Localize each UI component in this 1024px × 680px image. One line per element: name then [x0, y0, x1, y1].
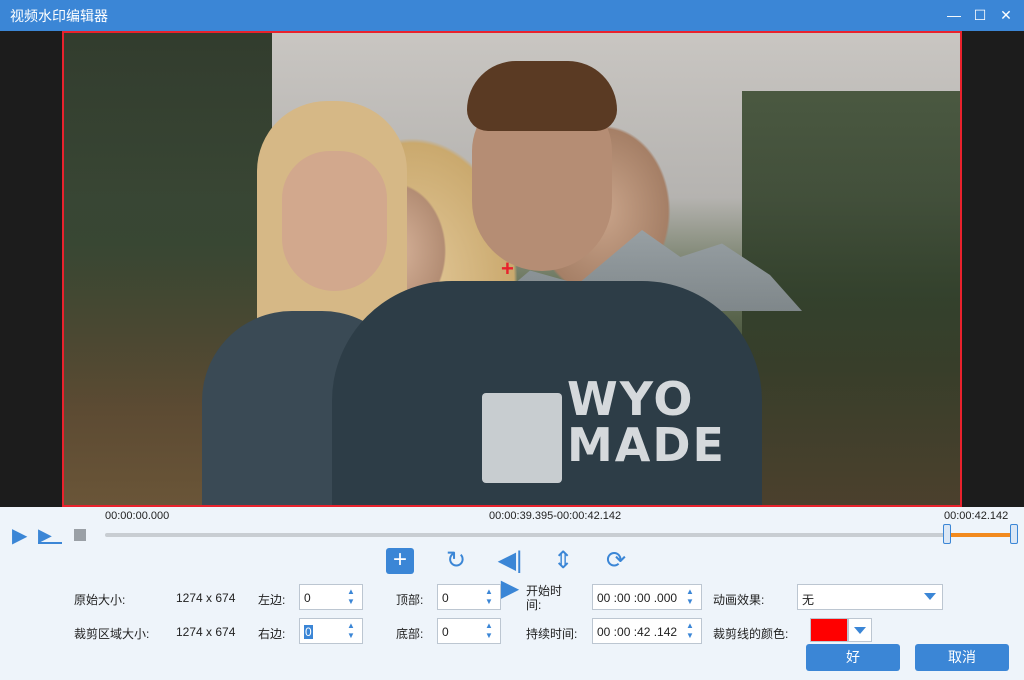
original-size-value: 1274 x 674 [176, 591, 236, 605]
animation-select[interactable]: 无 [797, 584, 943, 610]
top-label: 顶部: [396, 593, 424, 607]
timeline-start-handle[interactable] [943, 524, 951, 544]
chevron-down-icon[interactable] [854, 627, 866, 634]
right-label: 右边: [258, 627, 286, 641]
maximize-icon[interactable]: ☐ [968, 4, 992, 26]
timeline-selection-range: 00:00:39.395-00:00:42.142 [489, 510, 622, 522]
bottom-label: 底部: [396, 627, 424, 641]
top-value[interactable]: 0 [442, 591, 449, 605]
crop-color-dropdown[interactable] [848, 618, 872, 642]
rotate-icon[interactable]: ↻ [441, 547, 471, 575]
close-icon[interactable]: ✕ [994, 4, 1018, 26]
window-title: 视频水印编辑器 [10, 8, 108, 24]
spin-arrows-icon[interactable]: ▲ ▼ [346, 621, 356, 641]
timeline-end-time: 00:00:42.142 [944, 510, 1009, 522]
timeline-start-time: 00:00:00.000 [105, 510, 170, 522]
start-time-value[interactable]: 00 :00 :00 .000 [597, 591, 677, 605]
minimize-icon[interactable]: — [942, 4, 966, 26]
animation-value: 无 [802, 593, 815, 607]
video-preview-area: WYO MADE + [0, 31, 1024, 507]
right-spinbox[interactable]: 0 ▲ ▼ [299, 618, 363, 644]
stop-icon[interactable] [74, 529, 86, 541]
flip-vertical-icon[interactable]: ⇕ [548, 547, 578, 575]
original-size-label: 原始大小: [74, 593, 126, 607]
ok-button[interactable]: 好 [806, 644, 900, 671]
timeline-track[interactable] [105, 533, 947, 537]
play-preview-icon[interactable]: ▶ [38, 526, 64, 548]
animation-label: 动画效果: [713, 593, 765, 607]
top-spinbox[interactable]: 0 ▲ ▼ [437, 584, 501, 610]
start-time-label: 开始时 间: [526, 584, 562, 612]
crop-color-label: 裁剪线的颜色: [713, 627, 789, 641]
bottom-spinbox[interactable]: 0 ▲ ▼ [437, 618, 501, 644]
bottom-value[interactable]: 0 [442, 625, 449, 639]
start-time-spinbox[interactable]: 00 :00 :00 .000 ▲ ▼ [592, 584, 702, 610]
chevron-down-icon[interactable] [924, 593, 936, 600]
flip-horizontal-icon[interactable]: ◀|▶ [495, 547, 525, 602]
start-time-label-line1: 开始时 [526, 584, 563, 598]
duration-spinbox[interactable]: 00 :00 :42 .142 ▲ ▼ [592, 618, 702, 644]
reset-icon[interactable]: ⟳ [601, 547, 631, 575]
spin-arrows-icon[interactable]: ▲ ▼ [685, 621, 695, 641]
left-spinbox[interactable]: 0 ▲ ▼ [299, 584, 363, 610]
crop-color-swatch[interactable] [810, 618, 848, 642]
spin-arrows-icon[interactable]: ▲ ▼ [685, 587, 695, 607]
duration-value[interactable]: 00 :00 :42 .142 [597, 625, 677, 639]
control-panel: 00:00:00.000 00:00:39.395-00:00:42.142 0… [0, 507, 1024, 680]
timeline-selection [947, 533, 1015, 537]
play-icon[interactable]: ▶ [12, 526, 32, 546]
crop-size-label: 裁剪区域大小: [74, 627, 150, 641]
duration-label: 持续时间: [526, 627, 578, 641]
title-bar: 视频水印编辑器 — ☐ ✕ [0, 0, 1024, 31]
spin-arrows-icon[interactable]: ▲ ▼ [346, 587, 356, 607]
start-time-label-line2: 间: [526, 598, 542, 612]
right-value[interactable]: 0 [304, 625, 313, 639]
crop-center-crosshair-icon[interactable]: + [501, 258, 514, 280]
left-label: 左边: [258, 593, 286, 607]
left-value[interactable]: 0 [304, 591, 311, 605]
spin-arrows-icon[interactable]: ▲ ▼ [484, 587, 494, 607]
crop-size-value: 1274 x 674 [176, 625, 236, 639]
cancel-button[interactable]: 取消 [915, 644, 1009, 671]
timeline-end-handle[interactable] [1010, 524, 1018, 544]
add-icon[interactable]: + [386, 548, 414, 574]
spin-arrows-icon[interactable]: ▲ ▼ [484, 621, 494, 641]
